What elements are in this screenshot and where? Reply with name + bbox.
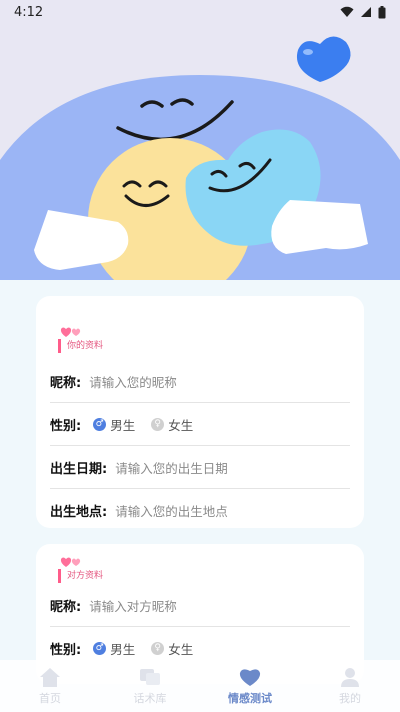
- battery-icon: [378, 5, 386, 18]
- chat-icon: [140, 669, 160, 685]
- nav-label-scripts: 话术库: [133, 692, 167, 705]
- nav-label-home: 首页: [39, 692, 61, 705]
- self-profile-header: 你的资料: [50, 296, 350, 360]
- smiling-faces-illustration: [0, 36, 400, 280]
- hearts-icon: [60, 557, 81, 567]
- birth-date-label: 出生日期:: [50, 461, 108, 477]
- male-radio-icon[interactable]: ♂: [93, 417, 107, 431]
- female-radio-icon[interactable]: ♀: [151, 417, 165, 431]
- male-radio-icon[interactable]: ♂: [93, 642, 107, 655]
- nav-label-mine: 我的: [339, 692, 361, 705]
- bottom-nav: 首页 话术库 情感测试 我的: [0, 660, 400, 712]
- partner-nickname-label: 昵称:: [50, 599, 82, 615]
- birth-place-label: 出生地点:: [50, 505, 108, 520]
- clock: 4:12: [14, 4, 44, 20]
- female-radio-icon[interactable]: ♀: [151, 642, 165, 655]
- nav-item-home[interactable]: 首页: [10, 664, 90, 706]
- self-profile-card: 你的资料 昵称: 请输入您的昵称 性别: ♂ 男生 ♀ 女生 出生日期: 请输入…: [36, 296, 364, 528]
- partner-gender-option-male[interactable]: ♂ 男生: [93, 639, 135, 658]
- nickname-row[interactable]: 昵称: 请输入您的昵称: [50, 360, 350, 403]
- birth-place-input[interactable]: 请输入您的出生地点: [115, 501, 228, 520]
- nickname-label: 昵称:: [50, 375, 82, 391]
- section-title: 你的资料: [58, 339, 103, 353]
- home-icon: [40, 668, 60, 687]
- gender-row: 性别: ♂ 男生 ♀ 女生: [50, 403, 350, 446]
- signal-icon: [361, 7, 371, 17]
- nav-item-mine[interactable]: 我的: [310, 664, 390, 706]
- nav-label-emotion-test: 情感测试: [228, 692, 272, 705]
- heart-icon: [239, 669, 261, 686]
- user-icon: [341, 668, 359, 687]
- section-title: 对方资料: [58, 569, 103, 583]
- partner-nickname-input[interactable]: 请输入对方昵称: [89, 596, 177, 615]
- birth-place-row[interactable]: 出生地点: 请输入您的出生地点: [50, 489, 350, 532]
- hero-banner: [0, 0, 400, 280]
- birth-date-row[interactable]: 出生日期: 请输入您的出生日期: [50, 446, 350, 489]
- partner-gender-label: 性别:: [50, 643, 82, 658]
- partner-profile-header: 对方资料: [50, 544, 350, 584]
- nav-item-emotion-test[interactable]: 情感测试: [210, 664, 290, 706]
- gender-label: 性别:: [50, 418, 82, 434]
- gender-option-male[interactable]: ♂ 男生: [93, 415, 135, 434]
- partner-nickname-row[interactable]: 昵称: 请输入对方昵称: [50, 584, 350, 627]
- birth-date-input[interactable]: 请输入您的出生日期: [115, 458, 228, 477]
- nickname-input[interactable]: 请输入您的昵称: [89, 372, 177, 391]
- status-bar: 4:12: [0, 0, 400, 24]
- partner-gender-option-female[interactable]: ♀ 女生: [151, 639, 193, 658]
- gender-option-female[interactable]: ♀ 女生: [151, 415, 193, 434]
- wifi-icon: [340, 6, 354, 17]
- hearts-icon: [60, 327, 81, 337]
- nav-item-scripts[interactable]: 话术库: [110, 664, 190, 706]
